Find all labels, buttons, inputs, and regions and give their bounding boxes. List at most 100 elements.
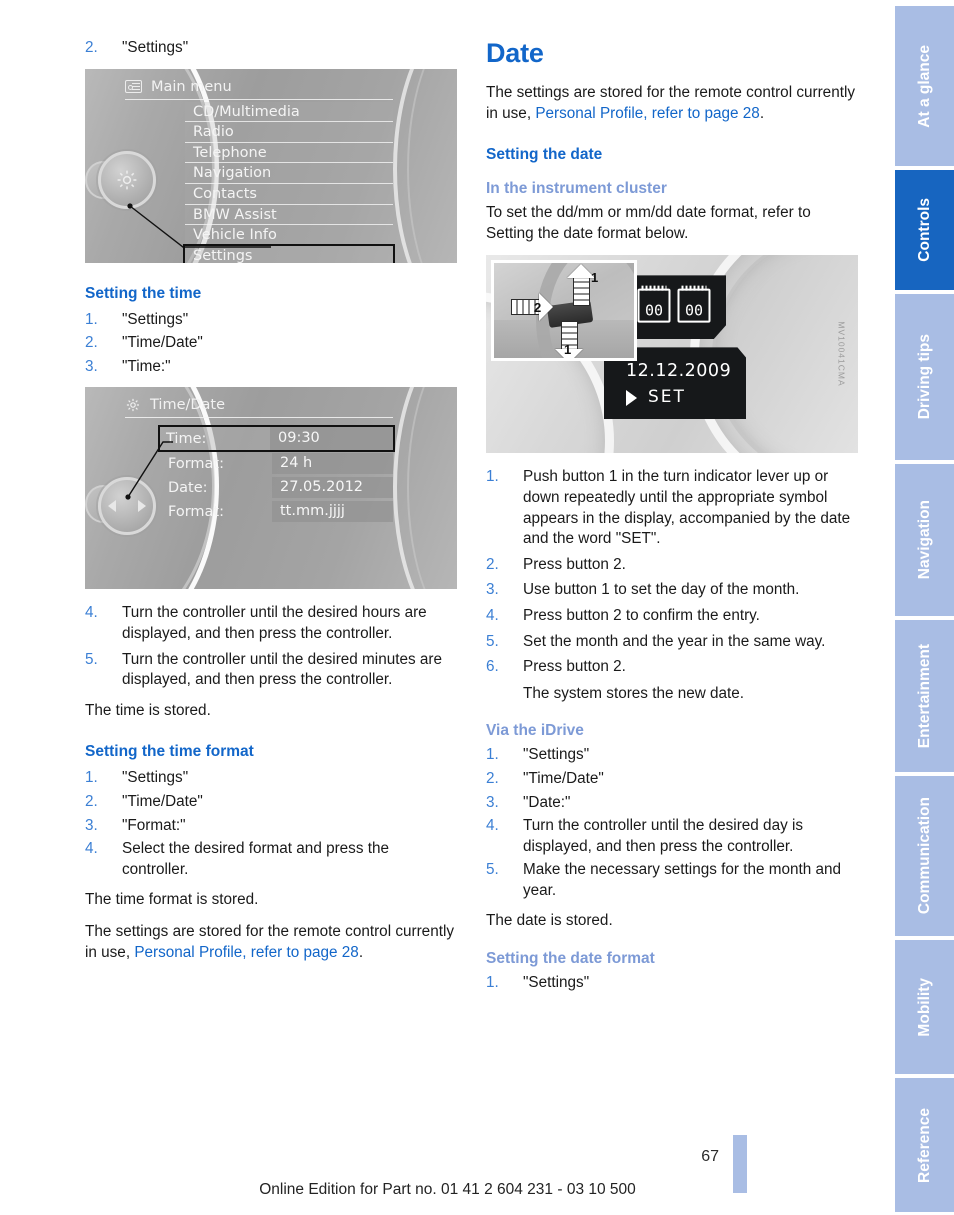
tab-mobility[interactable]: Mobility (895, 940, 954, 1074)
instrument-cluster-intro: To set the dd/mm or mm/dd date format, r… (486, 204, 811, 242)
callout-number-1-down: 1 (564, 342, 572, 358)
row-time-format-label: Format: (168, 455, 224, 472)
remote-control-note-right: The settings are stored for the remote c… (486, 83, 858, 124)
figure-time-date: Time/Date Time: 09:30 Format: 24 h Date:… (85, 387, 457, 590)
heading-setting-the-date: Setting the date (486, 146, 603, 164)
idrive-screen-main-menu: Main menu CD/Multimedia Radio Telephone … (85, 68, 457, 263)
menu-item-navigation[interactable]: Navigation (185, 163, 393, 184)
menu-item-radio[interactable]: Radio (185, 122, 393, 143)
right-triangle-icon (626, 390, 637, 407)
tab-controls[interactable]: Controls (895, 170, 954, 290)
list-item: 1. "Settings" (85, 768, 457, 789)
intro-step-list: 2. "Settings" (85, 38, 457, 59)
right-arrow-icon (138, 500, 146, 513)
step-text: Make the necessary settings for the mont… (523, 861, 842, 899)
list-item: 3. "Format:" (85, 816, 457, 837)
idrive-controller-knob[interactable] (98, 477, 156, 536)
tab-driving-tips[interactable]: Driving tips (895, 294, 954, 460)
menu-item-vehicle-info[interactable]: Vehicle Info (185, 225, 393, 246)
list-item: 1. Push button 1 in the turn indicator l… (486, 467, 858, 549)
heading-in-the-instrument-cluster: In the instrument cluster (486, 180, 667, 198)
callout-number-1-up: 1 (591, 270, 599, 286)
tab-label: Communication (915, 797, 933, 915)
step-number: 5. (486, 632, 499, 650)
tab-communication[interactable]: Communication (895, 776, 954, 936)
step-number: 1. (486, 974, 499, 992)
tab-label: Navigation (915, 500, 933, 580)
cross-reference-link[interactable]: Personal Profile, refer to page 28 (535, 105, 760, 122)
tab-label: Driving tips (915, 334, 933, 420)
tab-entertainment[interactable]: Entertainment (895, 620, 954, 772)
inset-turn-indicator-lever: 1 1 2 (491, 260, 637, 362)
calendar-icon-right: 00 (677, 286, 711, 324)
list-item: 2. "Time/Date" (85, 792, 457, 813)
tab-label: At a glance (915, 44, 933, 128)
list-item: 5. Turn the controller until the desired… (85, 650, 457, 691)
calendar-icon-left: 00 (637, 286, 671, 324)
heading-setting-the-date-format: Setting the date format (486, 950, 655, 968)
step-text: Use button 1 to set the day of the month… (523, 581, 800, 599)
list-item: 4. Turn the controller until the desired… (486, 816, 858, 857)
screen-header: Main menu (125, 76, 393, 98)
figure-main-menu: Main menu CD/Multimedia Radio Telephone … (85, 68, 457, 263)
gear-icon (117, 170, 137, 189)
row-date-value[interactable]: 27.05.2012 (272, 477, 393, 499)
step-text: Turn the controller until the desired ho… (122, 604, 427, 642)
idrive-controller-knob[interactable] (98, 150, 156, 209)
tab-label: Reference (915, 1107, 933, 1183)
note-tail: . (759, 104, 765, 122)
list-item: 2. "Settings" (85, 38, 457, 59)
row-time-format[interactable]: Format: 24 h (160, 453, 393, 475)
page-footer: 67 Online Edition for Part no. 01 41 2 6… (0, 1125, 895, 1215)
row-date-format[interactable]: Format: tt.mm.jjjj (160, 501, 393, 523)
heading-setting-the-time-format: Setting the time format (85, 743, 254, 761)
tab-reference[interactable]: Reference (895, 1078, 954, 1212)
row-date-format-value[interactable]: tt.mm.jjjj (272, 501, 393, 523)
step-text: Select the desired format and press the … (122, 840, 389, 878)
row-date[interactable]: Date: 27.05.2012 (160, 477, 393, 499)
left-arrow-icon (108, 500, 116, 513)
tab-at-a-glance[interactable]: At a glance (895, 6, 954, 166)
list-item: 6. Press button 2. The system stores the… (486, 657, 858, 704)
cluster-date-value: 12.12.2009 (626, 361, 732, 382)
menu-item-cd-multimedia[interactable]: CD/Multimedia (185, 101, 393, 123)
row-time[interactable]: Time: 09:30 (158, 425, 395, 453)
row-time-format-value[interactable]: 24 h (272, 453, 393, 475)
setting-time-format-steps: 1. "Settings" 2. "Time/Date" 3. "Format:… (85, 768, 457, 880)
step-number: 1. (486, 746, 499, 764)
step-text: "Time/Date" (523, 769, 604, 787)
step-number: 2. (486, 555, 499, 573)
header-divider (125, 417, 393, 419)
step-number: 2. (85, 39, 98, 56)
list-item: 1. "Settings" (85, 310, 457, 331)
menu-item-settings[interactable]: Settings (183, 243, 395, 263)
screen-header-title: Main menu (151, 78, 232, 95)
tab-label: Entertainment (915, 643, 933, 749)
screen-arc-right-2 (407, 68, 457, 263)
step-number: 2. (85, 334, 98, 352)
step-number: 2. (486, 769, 499, 787)
step-text: "Settings" (523, 974, 590, 992)
list-item: 3. "Date:" (486, 793, 858, 814)
via-idrive-steps: 1. "Settings" 2. "Time/Date" 3. "Date:" … (486, 745, 858, 901)
list-item: 4. Select the desired format and press t… (85, 839, 457, 880)
menu-item-contacts[interactable]: Contacts (185, 183, 393, 205)
step-number: 1. (85, 310, 98, 328)
list-item: 2. "Time/Date" (85, 333, 457, 354)
tab-navigation[interactable]: Navigation (895, 464, 954, 616)
list-item: 1. "Settings" (486, 745, 858, 766)
step-number: 2. (85, 792, 98, 810)
row-time-label: Time: (166, 430, 207, 447)
cluster-lcd-top: 00 00 (622, 275, 726, 340)
menu-item-bmw-assist[interactable]: BMW Assist (185, 204, 393, 226)
cross-reference-link[interactable]: Personal Profile, refer to page 28 (134, 944, 359, 961)
date-stored-note: The date is stored. (486, 912, 613, 930)
page-title: Date (486, 38, 544, 68)
step-text: Turn the controller until the desired da… (523, 817, 804, 855)
step-number: 3. (486, 793, 499, 811)
list-item: 2. Press button 2. (486, 555, 858, 576)
row-time-value[interactable]: 09:30 (270, 427, 393, 451)
menu-item-telephone[interactable]: Telephone (185, 142, 393, 164)
step-number: 4. (486, 817, 499, 835)
figure-instrument-cluster: 00 00 12.12.2009 SET 1 1 2 MV10041CMA (486, 255, 858, 454)
